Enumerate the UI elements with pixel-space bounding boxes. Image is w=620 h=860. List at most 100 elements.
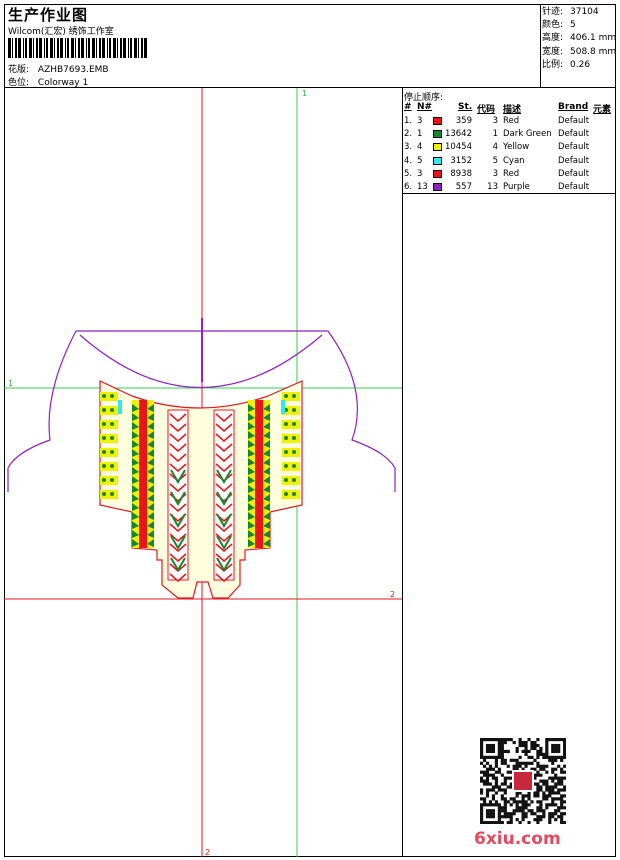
qr-module <box>554 782 558 786</box>
qr-module <box>521 818 525 822</box>
qr-module <box>545 746 549 751</box>
qr-module <box>548 815 552 819</box>
qr-module <box>518 761 522 765</box>
qr-module <box>500 809 504 813</box>
qr-module <box>542 815 546 819</box>
qr-module <box>497 821 501 824</box>
qr-module <box>524 806 528 810</box>
qr-module <box>480 818 484 822</box>
qr-module <box>521 809 525 813</box>
qr-module <box>488 749 493 754</box>
qr-module <box>491 746 496 751</box>
qr-module <box>480 755 484 759</box>
qr-module <box>515 749 519 754</box>
qr-module <box>548 738 552 742</box>
qr-module <box>482 779 487 783</box>
qr-module <box>515 758 519 762</box>
qr-module <box>536 785 540 789</box>
guide-label-v2: 2 <box>205 848 210 857</box>
qr-module <box>503 809 507 813</box>
qr-module <box>536 809 540 813</box>
qr-module <box>491 749 496 754</box>
qr-module <box>518 800 522 804</box>
qr-module <box>521 812 525 816</box>
qr-module <box>557 782 561 786</box>
qr-module <box>551 758 555 762</box>
panel-dot <box>284 422 288 426</box>
qr-module <box>500 746 504 751</box>
qr-module <box>551 812 555 816</box>
qr-module <box>524 749 528 754</box>
qr-module <box>491 773 496 777</box>
qr-module <box>503 749 507 754</box>
qr-module <box>518 821 522 824</box>
qr-module <box>521 740 525 745</box>
qr-module <box>524 815 528 819</box>
qr-module <box>557 806 561 810</box>
qr-module <box>539 800 543 804</box>
qr-module <box>551 803 555 807</box>
qr-module <box>539 803 543 807</box>
qr-module <box>515 803 519 807</box>
qr-module <box>518 740 522 745</box>
qr-module <box>560 770 564 774</box>
qr-module <box>497 752 501 756</box>
qr-module <box>536 761 540 765</box>
qr-module <box>527 797 531 801</box>
qr-module <box>536 818 540 822</box>
qr-module <box>480 779 484 783</box>
qr-module <box>482 755 487 759</box>
qr-module <box>497 812 501 816</box>
qr-module <box>551 791 555 795</box>
qr-module <box>482 800 487 804</box>
qr-module <box>554 791 558 795</box>
qr-module <box>560 782 564 786</box>
qr-module <box>494 800 498 804</box>
panel-dot <box>102 450 106 454</box>
qr-module <box>545 779 549 783</box>
panel-dot <box>110 394 114 398</box>
qr-module <box>542 794 546 798</box>
qr-module <box>563 749 566 754</box>
qr-module <box>494 821 498 824</box>
qr-module <box>554 738 558 742</box>
qr-module <box>536 788 540 792</box>
qr-module <box>521 800 525 804</box>
panel-dot <box>292 394 296 398</box>
qr-module <box>485 821 490 824</box>
qr-module <box>488 782 493 786</box>
qr-module <box>480 746 484 751</box>
qr-module <box>527 738 531 742</box>
qr-module <box>506 770 510 774</box>
qr-module <box>485 776 490 780</box>
qr-module <box>551 746 555 751</box>
qr-module <box>485 812 490 816</box>
qr-module <box>500 755 504 759</box>
qr-module <box>530 746 534 751</box>
qr-module <box>533 746 537 751</box>
qr-module <box>548 812 552 816</box>
qr-module <box>560 738 564 742</box>
qr-module <box>485 761 490 765</box>
panel-dot <box>284 478 288 482</box>
qr-module <box>497 770 501 774</box>
qr-module <box>488 743 493 748</box>
qr-module <box>482 782 487 786</box>
panel-dot <box>110 450 114 454</box>
panel-dot <box>102 478 106 482</box>
qr-module <box>480 806 484 810</box>
panel-dot <box>110 478 114 482</box>
qr-module <box>527 809 531 813</box>
qr-module <box>485 788 490 792</box>
qr-module <box>536 752 540 756</box>
qr-module <box>530 743 534 748</box>
panel-dot <box>284 464 288 468</box>
qr-module <box>491 809 496 813</box>
qr-module <box>521 797 525 801</box>
qr-module <box>551 770 555 774</box>
qr-module <box>554 812 558 816</box>
qr-module <box>485 794 490 798</box>
qr-module <box>548 776 552 780</box>
cyan-accent <box>118 400 122 414</box>
qr-module <box>497 818 501 822</box>
